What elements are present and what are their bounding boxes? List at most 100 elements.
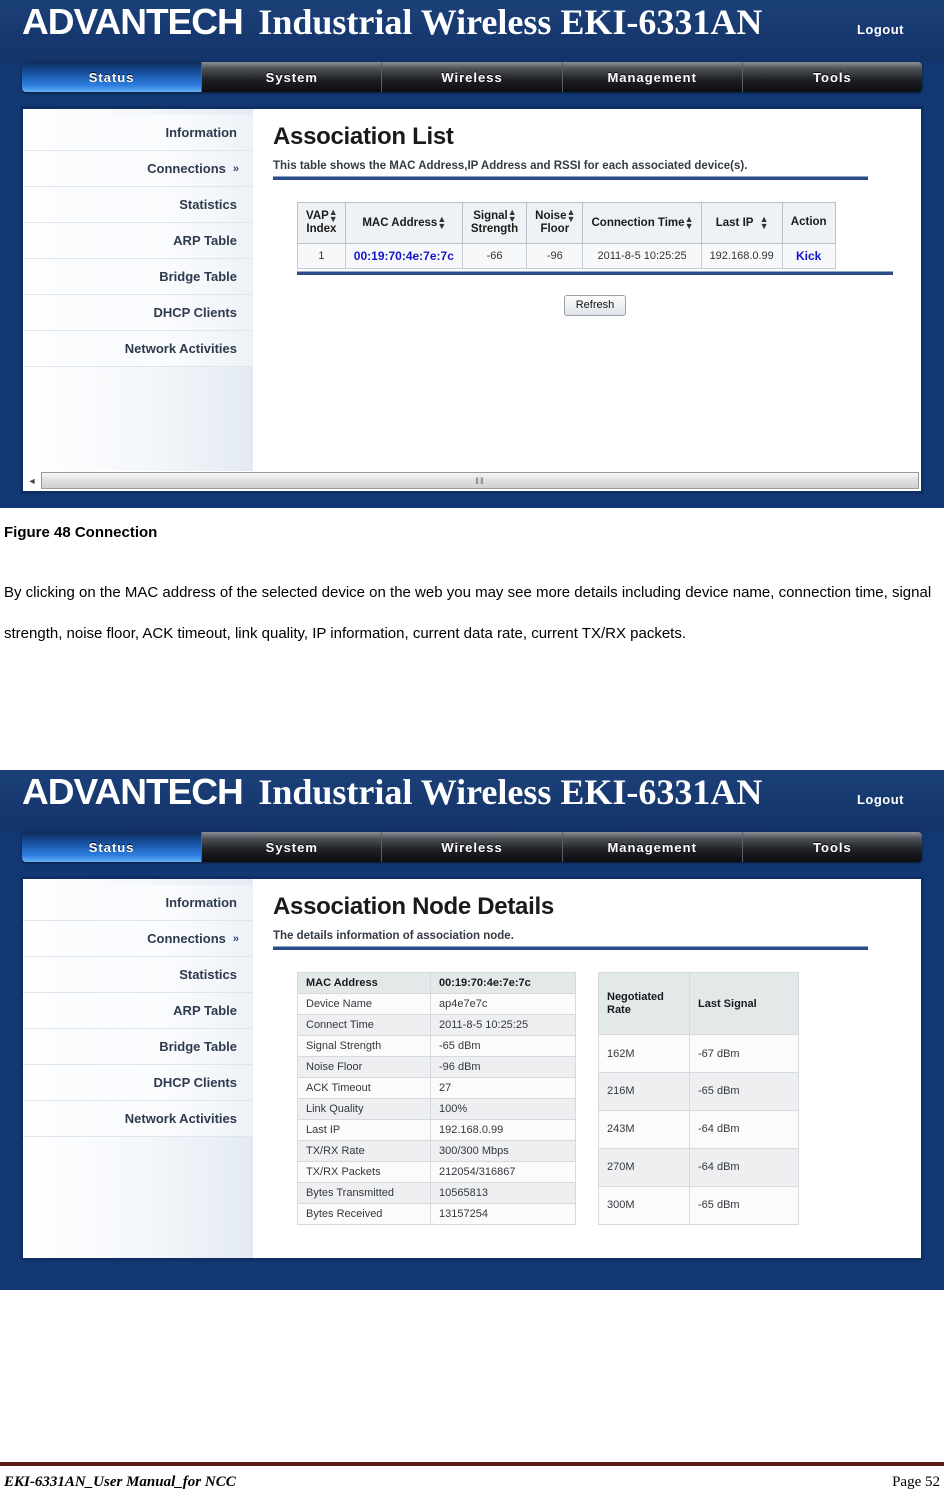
col-last-ip[interactable]: Last IP ▲ ▼: [700, 202, 783, 244]
tab-management[interactable]: Management: [562, 832, 743, 862]
cell-mac-address-link[interactable]: 00:19:70:4e:7e:7c: [344, 242, 463, 269]
col-label: Last IP: [715, 216, 754, 229]
sort-icon[interactable]: ▲ ▼: [329, 207, 338, 223]
cell-signal: -65 dBm: [689, 1185, 799, 1226]
sidebar-item-bridge-table[interactable]: Bridge Table: [23, 259, 253, 295]
tab-tools[interactable]: Tools: [742, 832, 922, 862]
cell-value: 212054/316867: [430, 1161, 576, 1183]
col-vap-index[interactable]: VAP▲ ▼ Index: [297, 202, 346, 244]
scrollbar-track[interactable]: ◄ ‖‖: [23, 471, 921, 491]
cell-rate: 270M: [598, 1147, 690, 1187]
sort-icon[interactable]: ▲ ▼: [760, 214, 769, 230]
tab-system[interactable]: System: [202, 62, 383, 92]
horizontal-scrollbar[interactable]: ◄ ‖‖: [20, 471, 924, 494]
sidebar-item-label: DHCP Clients: [153, 1075, 237, 1090]
col-noise-floor[interactable]: Noise▲ ▼ Floor: [526, 202, 584, 244]
refresh-button[interactable]: Refresh: [563, 294, 627, 316]
sidebar-item-arp-table[interactable]: ARP Table: [23, 223, 253, 259]
col-label-line1: Negotiated: [607, 990, 664, 1003]
table-bottom-divider: [297, 270, 893, 275]
cell-signal: -64 dBm: [689, 1109, 799, 1149]
table-row: Device Name ap4e7e7c: [297, 993, 576, 1015]
sidebar-item-label: Information: [165, 125, 238, 140]
sidebar-item-network-activities[interactable]: Network Activities: [23, 331, 253, 367]
table-row: Noise Floor -96 dBm: [297, 1056, 576, 1078]
cell-rate: 300M: [598, 1185, 690, 1226]
screenshot-association-list: ADVANTECH Industrial Wireless EKI-6331AN…: [0, 0, 944, 508]
sort-icon[interactable]: ▲ ▼: [508, 207, 517, 223]
sort-icon[interactable]: ▲ ▼: [437, 214, 446, 230]
cell-signal-strength: -66: [461, 242, 528, 269]
tab-status[interactable]: Status: [22, 62, 203, 92]
sidebar-item-bridge-table[interactable]: Bridge Table: [23, 1029, 253, 1065]
cell-key: Last IP: [297, 1119, 431, 1141]
product-title: Industrial Wireless EKI-6331AN: [258, 772, 763, 812]
table-row: 270M -64 dBm: [598, 1147, 799, 1187]
association-node-details-pane: Association Node Details The details inf…: [253, 879, 921, 1258]
sidebar-status-menu[interactable]: Information Connections » Statistics ARP…: [23, 879, 253, 1258]
cell-noise-floor: -96: [526, 242, 584, 269]
logout-link[interactable]: Logout: [857, 22, 904, 37]
cell-rate: 162M: [598, 1034, 690, 1073]
tab-status[interactable]: Status: [22, 832, 203, 862]
sidebar-item-connections[interactable]: Connections »: [23, 151, 253, 187]
sidebar-item-network-activities[interactable]: Network Activities: [23, 1101, 253, 1137]
sidebar-item-dhcp-clients[interactable]: DHCP Clients: [23, 295, 253, 331]
col-signal-strength[interactable]: Signal▲ ▼ Strength: [461, 202, 528, 244]
sidebar-item-label: Connections: [147, 931, 226, 946]
sidebar-item-label: ARP Table: [173, 233, 237, 248]
sidebar-item-dhcp-clients[interactable]: DHCP Clients: [23, 1065, 253, 1101]
content-frame: Information Connections » Statistics ARP…: [20, 106, 924, 476]
table-row: 162M -67 dBm: [598, 1034, 799, 1073]
cell-value: 13157254: [430, 1203, 576, 1225]
footer-divider: [0, 1462, 944, 1466]
col-mac-address[interactable]: MAC Address▲ ▼: [344, 202, 463, 244]
cell-rate: 243M: [598, 1109, 690, 1149]
tab-wireless[interactable]: Wireless: [382, 832, 563, 862]
page-title: Association List: [273, 123, 454, 150]
col-label-line1: Signal: [473, 210, 508, 223]
main-nav-tabs[interactable]: Status System Wireless Management Tools: [22, 832, 922, 862]
col-connection-time[interactable]: Connection Time▲ ▼: [582, 202, 702, 244]
device-brand-bar: ADVANTECH Industrial Wireless EKI-6331AN…: [0, 770, 944, 832]
sidebar-item-information[interactable]: Information: [23, 115, 253, 151]
tab-management[interactable]: Management: [562, 62, 743, 92]
table-row: Connect Time 2011-8-5 10:25:25: [297, 1014, 576, 1036]
tab-wireless[interactable]: Wireless: [382, 62, 563, 92]
cell-key: Bytes Transmitted: [297, 1182, 431, 1204]
sidebar-item-label: Bridge Table: [159, 1039, 237, 1054]
sort-icon[interactable]: ▲ ▼: [566, 207, 575, 223]
scrollbar-thumb[interactable]: ‖‖: [41, 472, 919, 489]
table-header-row: Negotiated Rate Last Signal: [598, 971, 799, 1036]
sort-icon[interactable]: ▲ ▼: [685, 214, 694, 230]
logout-link[interactable]: Logout: [857, 792, 904, 807]
col-label-line2: Strength: [470, 223, 519, 236]
col-label: MAC Address: [362, 216, 438, 229]
brand-logo: ADVANTECH Industrial Wireless EKI-6331AN: [22, 772, 763, 812]
sidebar-item-label: Connections: [147, 161, 226, 176]
sidebar-item-label: ARP Table: [173, 1003, 237, 1018]
sidebar-status-menu[interactable]: Information Connections » Statistics ARP…: [23, 109, 253, 476]
kick-link[interactable]: Kick: [781, 242, 836, 269]
sidebar-item-connections[interactable]: Connections »: [23, 921, 253, 957]
sidebar-item-statistics[interactable]: Statistics: [23, 957, 253, 993]
sidebar-item-label: Information: [165, 895, 238, 910]
main-nav-tabs[interactable]: Status System Wireless Management Tools: [22, 62, 922, 92]
tab-system[interactable]: System: [202, 832, 383, 862]
cell-value: 10565813: [430, 1182, 576, 1204]
col-label-line1: VAP: [306, 210, 329, 223]
sidebar-item-arp-table[interactable]: ARP Table: [23, 993, 253, 1029]
sidebar-item-label: DHCP Clients: [153, 305, 237, 320]
sidebar-item-information[interactable]: Information: [23, 885, 253, 921]
cell-value: 300/300 Mbps: [430, 1140, 576, 1162]
cell-key: Device Name: [297, 993, 431, 1015]
sidebar-item-statistics[interactable]: Statistics: [23, 187, 253, 223]
cell-value: 27: [430, 1077, 576, 1099]
tab-tools[interactable]: Tools: [742, 62, 922, 92]
negotiated-rate-table: Negotiated Rate Last Signal 162M -67 dBm: [598, 971, 799, 1226]
cell-value: 2011-8-5 10:25:25: [430, 1014, 576, 1036]
cell-value: ap4e7e7c: [430, 993, 576, 1015]
chevron-right-icon: »: [232, 162, 239, 175]
scroll-left-arrow-icon[interactable]: ◄: [23, 471, 41, 491]
